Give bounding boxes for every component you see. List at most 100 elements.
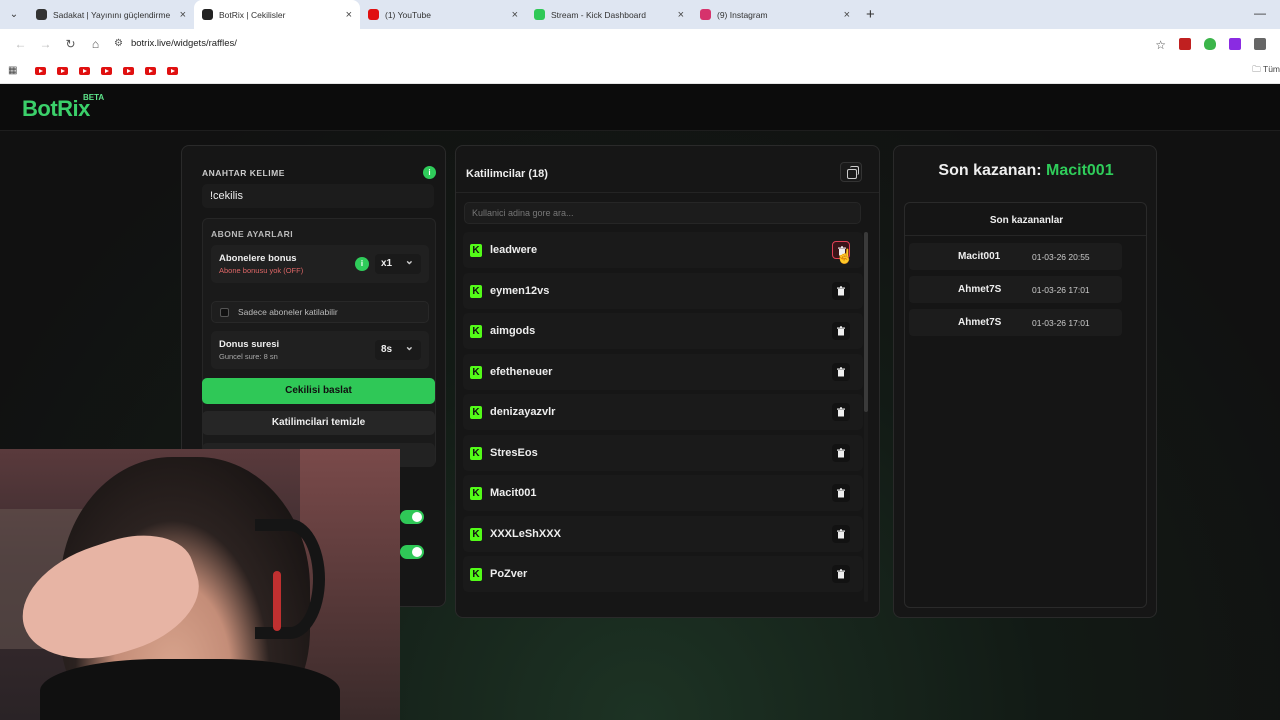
youtube-bookmark-icon[interactable]: [35, 66, 47, 75]
participant-row: K XXXLeShXXX: [463, 515, 863, 552]
participant-name: XXXLeShXXX: [490, 527, 561, 540]
winner-row: Ahmet7S 01-03-26 17:01: [909, 276, 1122, 303]
browser-tab[interactable]: (1) YouTube ×: [360, 0, 526, 29]
browser-tab[interactable]: Stream - Kick Dashboard ×: [526, 0, 692, 29]
new-tab-button[interactable]: +: [858, 0, 883, 29]
youtube-bookmark-icon[interactable]: [57, 66, 69, 75]
tab-title: (9) Instagram: [717, 9, 768, 20]
toggle-switch[interactable]: [400, 545, 424, 559]
tab-favicon-icon: [534, 9, 545, 20]
browser-tab[interactable]: (9) Instagram ×: [692, 0, 858, 29]
youtube-bookmark-icon[interactable]: [167, 66, 179, 75]
close-tab-icon[interactable]: ×: [346, 9, 352, 21]
delete-participant-icon[interactable]: [832, 281, 850, 300]
participant-row: Kaimgods: [463, 313, 863, 349]
beta-badge: BETA: [83, 93, 105, 102]
last-winner-label: Son kazanan:: [938, 162, 1042, 179]
delete-participant-icon[interactable]: [832, 524, 850, 543]
bookmark-star-icon[interactable]: ☆: [1155, 38, 1166, 52]
participants-scrollbar[interactable]: [864, 232, 868, 602]
close-tab-icon[interactable]: ×: [844, 9, 850, 21]
tab-favicon-icon: [202, 9, 213, 20]
toggle-switch[interactable]: [400, 510, 424, 524]
shield-extension-icon[interactable]: [1204, 37, 1216, 50]
apps-grid-icon[interactable]: ▦: [8, 65, 17, 76]
pdf-extension-icon[interactable]: [1179, 37, 1191, 50]
delete-participant-icon[interactable]: [832, 403, 850, 421]
winner-row: Ahmet7S 01-03-26 17:01: [909, 309, 1122, 336]
close-tab-icon[interactable]: ×: [512, 9, 518, 21]
window-minimize-button[interactable]: —: [1254, 6, 1266, 20]
youtube-bookmark-icon[interactable]: [101, 66, 113, 75]
close-tab-icon[interactable]: ×: [678, 9, 684, 21]
participant-row: K Macit001: [463, 475, 863, 511]
bonus-time-select[interactable]: 8s: [375, 337, 421, 360]
last-winner-name: Macit001: [1046, 162, 1114, 179]
bookmarks-bar: ▦ 🗀 Tüm: [0, 58, 1280, 84]
purple-extension-icon[interactable]: [1229, 37, 1241, 50]
participant-name: PoZver: [490, 568, 528, 580]
folder-icon: 🗀: [1252, 64, 1261, 74]
tab-search-icon[interactable]: ⌄: [0, 0, 28, 29]
kick-icon: K: [470, 365, 482, 379]
participant-search-input[interactable]: Kullanici adina gore ara...: [464, 202, 861, 224]
start-raffle-button[interactable]: Cekilisi baslat: [202, 378, 435, 404]
site-settings-icon[interactable]: ⚙: [114, 38, 123, 49]
participant-name: leadwere: [490, 244, 538, 256]
recent-winners-box: Son kazananlar Macit001 01-03-26 20:55 Ahm…: [904, 202, 1147, 608]
delete-participant-icon[interactable]: [832, 443, 850, 462]
delete-participant-icon[interactable]: [832, 362, 850, 381]
keyword-label: ANAHTAR KELIME: [202, 168, 285, 178]
participants-title: Katilimcilar (18): [466, 168, 548, 180]
info-icon[interactable]: i: [423, 166, 436, 179]
kick-icon: K: [470, 446, 482, 460]
delete-participant-icon[interactable]: [832, 484, 850, 502]
scrollbar-thumb[interactable]: [864, 232, 868, 412]
kick-icon: K: [470, 284, 482, 298]
participant-row: Kefetheneuer: [463, 353, 863, 390]
headphones: [255, 519, 325, 639]
kick-icon: K: [470, 244, 482, 257]
youtube-bookmark-icon[interactable]: [145, 66, 157, 75]
sub-bonus-card: Abonelere bonus Abone bonusu yok (OFF) i…: [211, 245, 429, 283]
forward-icon[interactable]: →: [33, 37, 58, 51]
address-input[interactable]: ⚙ botrix.live/widgets/raffles/: [114, 38, 1155, 49]
delete-participant-icon[interactable]: [832, 322, 850, 340]
sub-bonus-status: Abone bonusu yok (OFF): [219, 266, 304, 275]
tab-favicon-icon: [700, 9, 711, 20]
kick-icon: K: [470, 406, 482, 419]
participant-row: K StresEos: [463, 434, 863, 471]
bonus-time-title: Donus suresi: [219, 339, 280, 350]
close-tab-icon[interactable]: ×: [180, 9, 186, 21]
youtube-bookmark-icon[interactable]: [123, 66, 135, 75]
participant-name: Macit001: [490, 487, 537, 499]
all-bookmarks-folder[interactable]: 🗀 Tüm: [1252, 64, 1280, 78]
bonus-time-card: Donus suresi Guncel sure: 8 sn 8s: [211, 331, 429, 369]
divider: [905, 235, 1146, 236]
participant-row: Keymen12vs: [463, 272, 863, 309]
browser-tab[interactable]: BotRix | Cekilisler ×: [194, 0, 360, 29]
clear-participants-button[interactable]: Katilimcilari temizle: [202, 411, 435, 435]
botrix-logo[interactable]: BotRix: [22, 96, 90, 122]
participant-row: K PoZver: [463, 556, 863, 592]
winners-panel: Son kazanan: Macit001 Son kazananlar Mac…: [893, 145, 1157, 618]
mouse-cursor-icon: ☝: [836, 248, 854, 264]
copy-icon[interactable]: [840, 162, 862, 182]
info-icon[interactable]: i: [355, 257, 369, 271]
delete-participant-icon[interactable]: [832, 565, 850, 583]
site-header: BotRix BETA: [0, 84, 1280, 131]
youtube-bookmark-icon[interactable]: [79, 66, 91, 75]
kick-icon: K: [470, 527, 482, 541]
winner-row: Macit001 01-03-26 20:55: [909, 243, 1122, 270]
reload-icon[interactable]: ↻: [58, 37, 83, 51]
browser-tab[interactable]: Sadakat | Yayınını güçlendirme ×: [28, 0, 194, 29]
only-subs-option[interactable]: Sadece aboneler katilabilir: [211, 301, 429, 323]
participant-name: efetheneuer: [490, 365, 553, 378]
keyword-input[interactable]: !cekilis: [202, 184, 434, 208]
extensions-puzzle-icon[interactable]: [1254, 37, 1266, 50]
sub-bonus-multiplier-select[interactable]: x1: [375, 251, 421, 274]
back-icon[interactable]: ←: [8, 37, 33, 51]
only-subs-checkbox[interactable]: [220, 308, 229, 317]
home-icon[interactable]: ⌂: [83, 37, 108, 51]
participant-name: eymen12vs: [490, 284, 550, 297]
